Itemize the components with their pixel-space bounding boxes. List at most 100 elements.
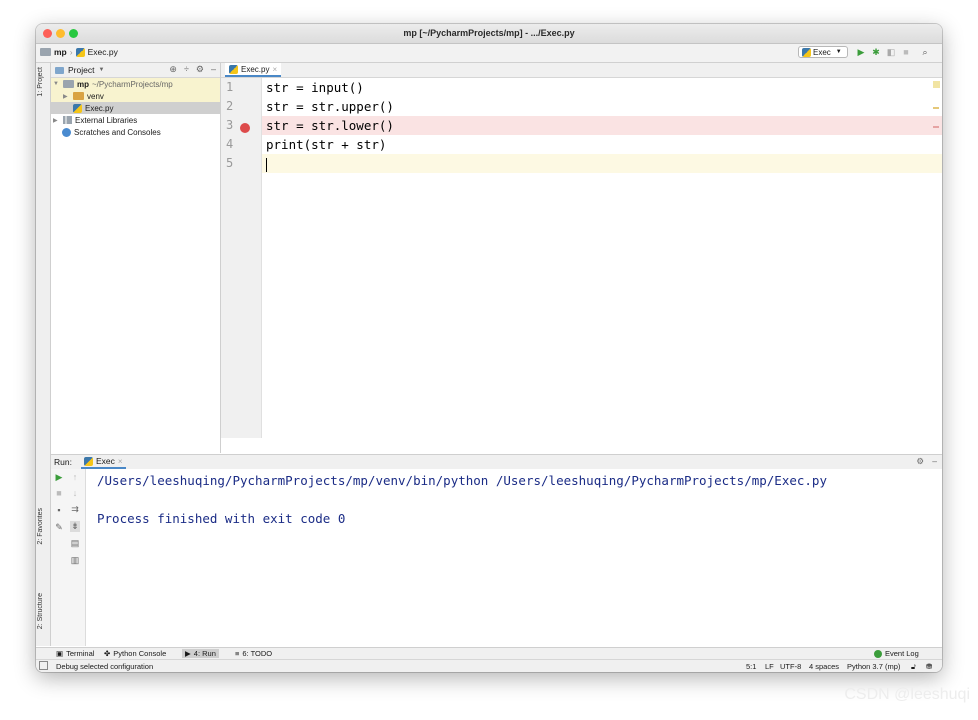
- tree-root-name: mp: [77, 79, 89, 89]
- stop-icon[interactable]: ■: [54, 488, 64, 498]
- tree-item-root[interactable]: ▼ mp ~/PycharmProjects/mp: [51, 78, 220, 90]
- breadcrumb-project[interactable]: mp: [54, 47, 67, 57]
- project-panel-header: Project ▼ ⊕ ÷ ⚙ –: [51, 63, 220, 78]
- python-file-icon: [75, 47, 85, 57]
- tree-root-path: ~/PycharmProjects/mp: [92, 79, 173, 89]
- run-panel-label: Run:: [54, 457, 72, 467]
- close-icon[interactable]: ×: [272, 65, 277, 74]
- python-icon: [802, 47, 811, 57]
- tree-item-exec-py[interactable]: Exec.py: [51, 102, 220, 114]
- status-interpreter[interactable]: Python 3.7 (mp): [847, 662, 900, 671]
- debug-icon[interactable]: ✱: [871, 47, 881, 58]
- collapse-all-icon[interactable]: ÷: [184, 64, 189, 75]
- bottom-tab-todo[interactable]: ≡ 6: TODO: [235, 649, 272, 658]
- run-button[interactable]: ▶: [856, 47, 866, 58]
- rerun-icon[interactable]: ▶: [54, 472, 64, 483]
- run-configuration-label: Exec: [813, 47, 831, 57]
- up-arrow-icon[interactable]: ↑: [70, 472, 80, 482]
- code-line: str = str.upper(): [266, 99, 394, 114]
- run-panel-header: Run: Exec × ⚙ –: [51, 454, 942, 470]
- run-panel: ▶ ↑ ■ ↓ ▪ ⇉ ✎ ⇟ ▤ ▥ /Users/leeshuqing/Py…: [51, 469, 942, 646]
- scroll-marker[interactable]: [933, 107, 939, 109]
- code-line: str = input(): [266, 80, 364, 95]
- print-icon[interactable]: ▤: [70, 538, 80, 549]
- editor-tab-exec-py[interactable]: Exec.py ×: [225, 63, 282, 77]
- folder-icon: [63, 80, 74, 88]
- gear-icon[interactable]: ⚙: [196, 64, 204, 75]
- code-line-breakpoint: str = str.lower(): [262, 116, 942, 135]
- chevron-down-icon: ▼: [835, 49, 842, 55]
- pycharm-window: mp [~/PycharmProjects/mp] - .../Exec.py …: [36, 24, 942, 672]
- coverage-icon[interactable]: ◧: [886, 47, 896, 58]
- tab-favorites[interactable]: 2: Favorites: [37, 508, 44, 545]
- breadcrumb-separator-icon: ›: [69, 47, 73, 57]
- status-encoding[interactable]: UTF-8: [780, 662, 801, 671]
- tool-windows-toggle-icon[interactable]: [39, 661, 48, 670]
- collapsed-arrow-icon: ▶: [63, 93, 68, 100]
- tool-window-bar: ▣ Terminal ✤ Python Console ▶ 4: Run ≡ 6: TO…: [36, 647, 942, 659]
- run-console-output[interactable]: /Users/leeshuqing/PycharmProjects/mp/ven…: [97, 471, 827, 528]
- breakpoint-icon[interactable]: [240, 123, 250, 133]
- status-indent[interactable]: 4 spaces: [809, 662, 839, 671]
- bottom-tab-event-log[interactable]: Event Log: [874, 649, 919, 658]
- down-arrow-icon[interactable]: ↓: [70, 488, 80, 498]
- hide-icon[interactable]: –: [932, 456, 937, 466]
- locate-icon[interactable]: ⊕: [169, 64, 177, 75]
- scroll-to-end-icon[interactable]: ⇟: [70, 521, 80, 532]
- run-tab-exec[interactable]: Exec ×: [81, 455, 126, 469]
- python-console-icon: ✤: [104, 649, 111, 658]
- hide-icon[interactable]: –: [211, 64, 216, 75]
- project-panel: Project ▼ ⊕ ÷ ⚙ – ▼ mp ~/PycharmProjects…: [51, 63, 221, 453]
- lock-icon[interactable]: 🔓︎: [911, 662, 916, 672]
- pin-icon[interactable]: ✎: [54, 522, 64, 533]
- trash-icon[interactable]: ▥: [70, 555, 80, 566]
- stop-icon[interactable]: ■: [901, 47, 911, 57]
- bottom-tab-python-console[interactable]: ✤ Python Console: [104, 649, 166, 658]
- list-icon: ≡: [235, 649, 240, 658]
- inspection-status-icon[interactable]: [933, 81, 940, 88]
- window-title: mp [~/PycharmProjects/mp] - .../Exec.py: [403, 28, 575, 38]
- tree-item-venv[interactable]: ▶ venv: [51, 90, 220, 102]
- run-configuration-select[interactable]: Exec ▼: [798, 46, 848, 58]
- project-panel-title[interactable]: Project: [68, 65, 94, 75]
- bottom-tab-label: 6: TODO: [242, 649, 273, 658]
- console-exit-message: Process finished with exit code 0: [97, 511, 346, 526]
- run-toolbar: ▶ ↑ ■ ↓ ▪ ⇉ ✎ ⇟ ▤ ▥: [51, 469, 86, 646]
- status-message: Debug selected configuration: [56, 662, 154, 671]
- tree-item-scratches[interactable]: Scratches and Consoles: [51, 126, 220, 138]
- run-icon: ▶: [185, 649, 191, 658]
- title-bar: mp [~/PycharmProjects/mp] - .../Exec.py: [36, 24, 942, 44]
- collapsed-arrow-icon: ▶: [53, 117, 58, 124]
- left-tool-strip: 1: Project 2: Favorites 2: Structure: [36, 63, 51, 646]
- search-icon[interactable]: ⌕: [920, 47, 930, 58]
- line-number: 3: [226, 118, 234, 132]
- editor-gutter[interactable]: 1 2 3 4 5: [221, 78, 262, 438]
- code-area[interactable]: str = input() str = str.upper() str = st…: [262, 78, 942, 438]
- code-line-current: [262, 154, 942, 173]
- bottom-tab-terminal[interactable]: ▣ Terminal: [56, 649, 94, 658]
- bottom-tab-label: 4: Run: [193, 649, 216, 658]
- run-tab-label: Exec: [96, 456, 115, 466]
- breadcrumb: mp › Exec.py: [40, 47, 118, 57]
- chevron-down-icon[interactable]: ▼: [98, 67, 104, 73]
- event-log-icon: [874, 649, 882, 658]
- line-number: 1: [226, 80, 234, 94]
- editor-tab-label: Exec.py: [241, 64, 270, 74]
- python-file-icon: [73, 103, 82, 113]
- tab-structure[interactable]: 2: Structure: [37, 593, 44, 629]
- memory-indicator-icon[interactable]: ⛃: [926, 662, 932, 671]
- tree-item-external-libraries[interactable]: ▶ External Libraries: [51, 114, 220, 126]
- bottom-tab-run[interactable]: ▶ 4: Run: [182, 649, 219, 658]
- status-position[interactable]: 5:1: [746, 662, 756, 671]
- code-line: print(str + str): [266, 137, 387, 152]
- breadcrumb-file[interactable]: Exec.py: [88, 47, 118, 57]
- soft-wrap-icon[interactable]: ⇉: [70, 504, 80, 515]
- tab-project[interactable]: 1: Project: [37, 67, 44, 97]
- scratches-icon: [62, 127, 71, 137]
- close-icon[interactable]: ×: [118, 457, 123, 466]
- text-caret: [266, 157, 267, 172]
- status-line-separator[interactable]: LF: [765, 662, 774, 671]
- gear-icon[interactable]: ⚙: [916, 456, 924, 467]
- breakpoint-scroll-marker[interactable]: [933, 126, 939, 128]
- layout-icon[interactable]: ▪: [54, 505, 64, 515]
